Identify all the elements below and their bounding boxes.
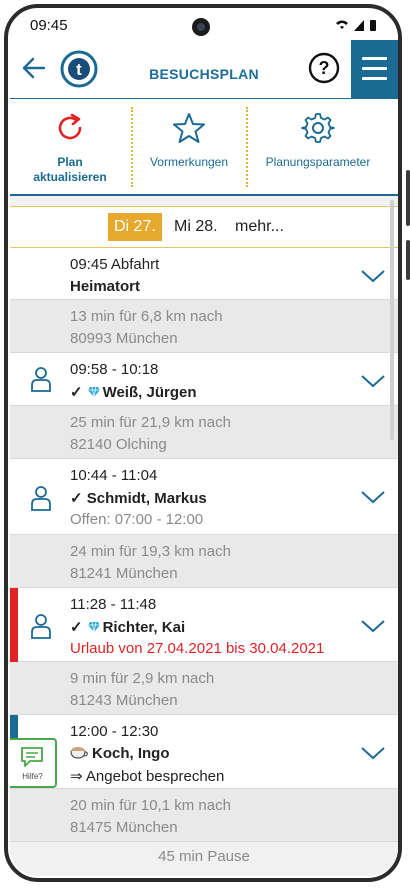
- help-label: Hilfe?: [22, 772, 43, 781]
- favorites-label: Vormerkungen: [149, 155, 229, 169]
- svg-text:?: ?: [319, 58, 330, 78]
- diamond-icon: [87, 621, 100, 633]
- chevron-down-icon[interactable]: [360, 268, 386, 284]
- refresh-label-1: Plan: [57, 155, 83, 169]
- chat-icon: [21, 747, 43, 767]
- travel-item: 9 min für 2,9 km nach 81243 München: [10, 662, 398, 715]
- day-tab-selected[interactable]: Di 27.: [108, 213, 162, 241]
- travel-duration: 24 min für 19,3 km nach: [70, 543, 231, 560]
- person-icon: [31, 367, 51, 392]
- help-icon[interactable]: ?: [308, 52, 340, 84]
- travel-duration: 25 min für 21,9 km nach: [70, 414, 231, 431]
- diamond-icon: [87, 386, 100, 398]
- gear-icon: [301, 113, 335, 143]
- wifi-icon: [336, 20, 348, 29]
- list-item-appointment[interactable]: 12:00 - 12:30 Koch, Ingo ⇒ Angebot bespr…: [10, 715, 398, 789]
- list-item-visit[interactable]: 11:28 - 11:48 ✓ Richter, Kai Urlaub von 2…: [10, 588, 398, 662]
- volume-button: [406, 170, 410, 226]
- refresh-label-2: aktualisieren: [33, 170, 107, 184]
- visit-time: 10:44 - 11:04: [70, 467, 158, 484]
- check-mark: ✓: [70, 619, 83, 636]
- refresh-plan-button[interactable]: Plan aktualisieren: [10, 99, 130, 195]
- visit-time: 09:58 - 10:18: [70, 361, 159, 378]
- day-tab-next[interactable]: Mi 28.: [174, 213, 218, 241]
- travel-destination: 80993 München: [70, 330, 178, 347]
- travel-duration: 13 min für 6,8 km nach: [70, 308, 223, 325]
- battery-icon: [370, 20, 376, 31]
- signal-icon: [354, 20, 364, 31]
- start-location: Heimatort: [70, 278, 141, 295]
- day-selector: Di 27. Mi 28. mehr...: [10, 206, 398, 248]
- settings-button[interactable]: Planungsparameter: [248, 99, 388, 195]
- travel-destination: 81475 München: [70, 819, 178, 836]
- appointment-note: ⇒ Angebot besprechen: [70, 768, 225, 785]
- customer-name: Weiß, Jürgen: [102, 384, 197, 401]
- travel-destination: 82140 Olching: [70, 436, 167, 453]
- check-mark: ✓: [70, 490, 83, 507]
- status-bar: 09:45: [10, 10, 398, 40]
- cup-icon: [70, 747, 88, 759]
- customer-name: Koch, Ingo: [92, 745, 170, 762]
- check-mark: ✓: [70, 384, 83, 401]
- travel-destination: 81241 München: [70, 565, 178, 582]
- phone-frame: 09:45 t BESUCHSPLAN ? Plan aktualisieren…: [0, 0, 410, 888]
- menu-button[interactable]: [351, 40, 398, 98]
- visit-time: 12:00 - 12:30: [70, 723, 159, 740]
- front-camera: [192, 18, 210, 36]
- action-toolbar: Plan aktualisieren Vormerkungen Planungsp…: [10, 98, 398, 196]
- status-icons: [336, 20, 376, 31]
- travel-item: 24 min für 19,3 km nach 81241 München: [10, 535, 398, 588]
- chevron-down-icon[interactable]: [360, 489, 386, 505]
- screen: 09:45 t BESUCHSPLAN ? Plan aktualisieren…: [10, 10, 398, 876]
- refresh-icon: [58, 113, 82, 140]
- customer-name: Richter, Kai: [102, 619, 186, 636]
- person-icon: [31, 486, 51, 511]
- star-icon: [173, 113, 205, 143]
- start-time: 09:45 Abfahrt: [70, 256, 160, 273]
- travel-item: 25 min für 21,9 km nach 82140 Olching: [10, 406, 398, 459]
- list-item-visit[interactable]: 10:44 - 11:04 ✓ Schmidt, Markus Offen: 0…: [10, 459, 398, 535]
- power-button: [406, 240, 410, 280]
- status-time: 09:45: [30, 17, 68, 34]
- chevron-down-icon[interactable]: [360, 745, 386, 761]
- pause-label: 45 min Pause: [158, 848, 250, 865]
- favorites-button[interactable]: Vormerkungen: [133, 99, 245, 195]
- visit-time: 11:28 - 11:48: [70, 596, 157, 613]
- opening-hours: Offen: 07:00 - 12:00: [70, 511, 204, 528]
- day-tab-more[interactable]: mehr...: [235, 213, 284, 241]
- settings-label: Planungsparameter: [265, 155, 371, 169]
- app-bar: t BESUCHSPLAN ?: [10, 40, 398, 98]
- travel-duration: 9 min für 2,9 km nach: [70, 670, 215, 687]
- person-icon: [31, 614, 51, 639]
- travel-item: 13 min für 6,8 km nach 80993 München: [10, 300, 398, 353]
- plan-list: Di 27. Mi 28. mehr... 09:45 Abfahrt Heim…: [10, 196, 398, 876]
- chevron-down-icon[interactable]: [360, 373, 386, 389]
- help-chat-button[interactable]: Hilfe?: [10, 738, 57, 788]
- scrollbar[interactable]: [390, 200, 394, 440]
- travel-item: 20 min für 10,1 km nach 81475 München: [10, 789, 398, 842]
- customer-name: Schmidt, Markus: [86, 490, 207, 507]
- alert-marker: [10, 588, 18, 662]
- list-item-visit[interactable]: 09:58 - 10:18 ✓ Weiß, Jürgen: [10, 353, 398, 406]
- travel-duration: 20 min für 10,1 km nach: [70, 797, 231, 814]
- vacation-notice: Urlaub von 27.04.2021 bis 30.04.2021: [70, 640, 325, 657]
- chevron-down-icon[interactable]: [360, 618, 386, 634]
- travel-destination: 81243 München: [70, 692, 178, 709]
- list-item-start[interactable]: 09:45 Abfahrt Heimatort: [10, 248, 398, 300]
